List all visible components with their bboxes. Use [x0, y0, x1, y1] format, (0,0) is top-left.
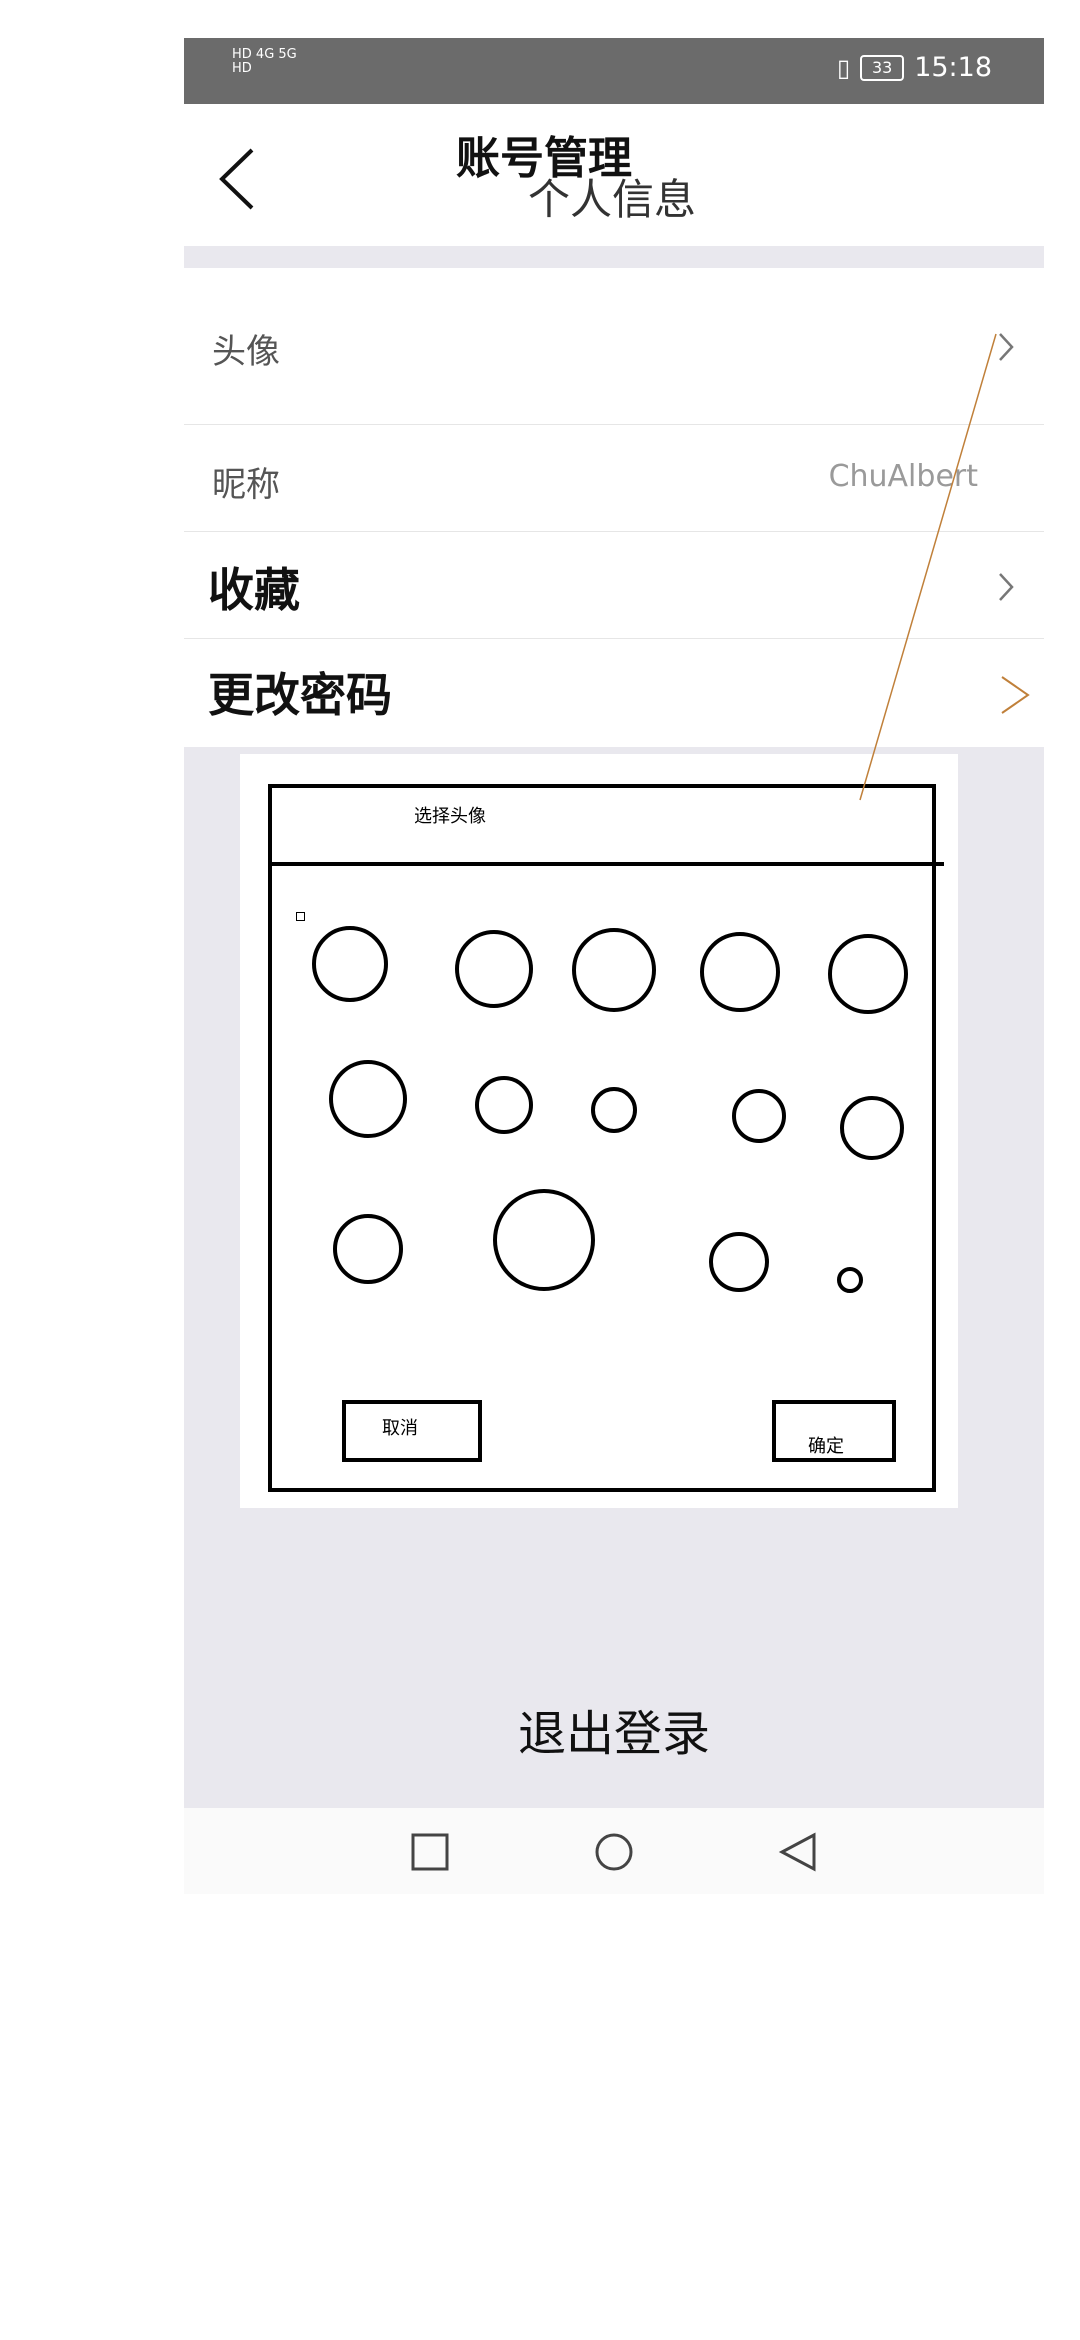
annotation-line: [859, 333, 997, 801]
